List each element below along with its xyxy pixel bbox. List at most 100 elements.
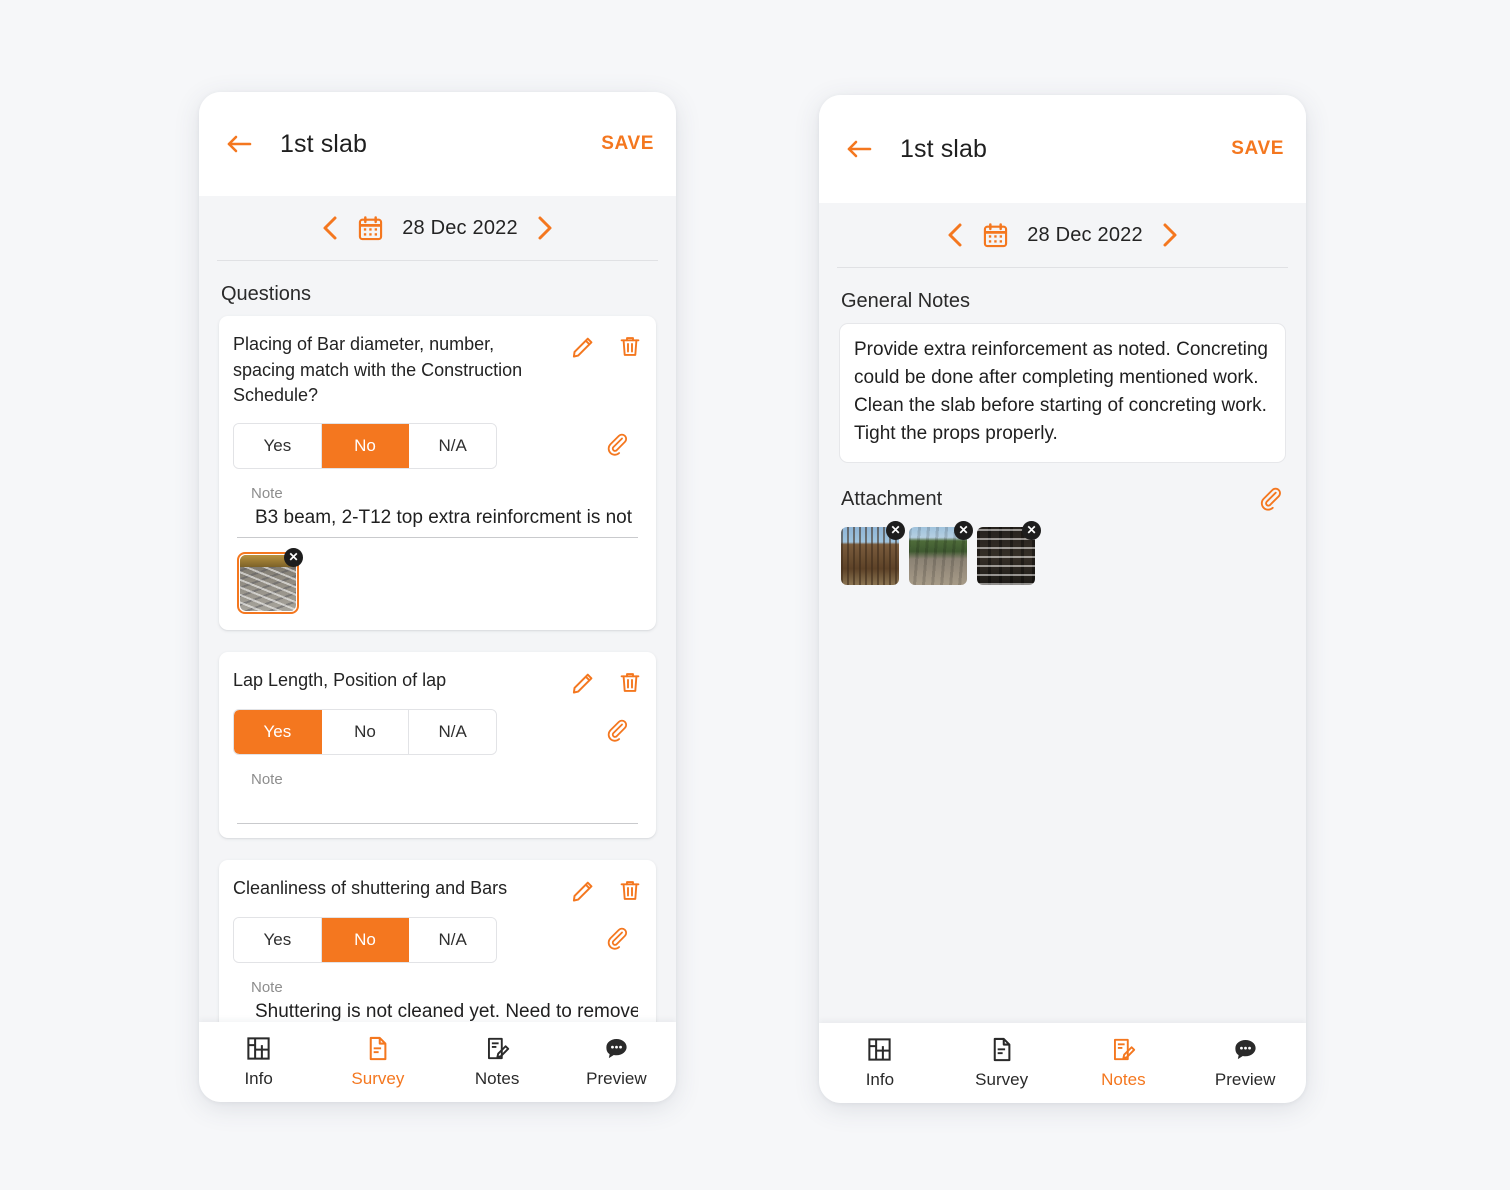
prev-date-button[interactable] xyxy=(321,215,339,241)
nav-item-preview[interactable]: Preview xyxy=(557,1035,676,1089)
paperclip-icon[interactable] xyxy=(605,433,630,458)
note-value[interactable]: Shuttering is not cleaned yet. Need to r… xyxy=(237,996,638,1022)
page-title: 1st slab xyxy=(280,129,367,158)
nav-label-survey: Survey xyxy=(975,1070,1029,1089)
note-value[interactable] xyxy=(237,788,638,823)
note-field[interactable]: Note xyxy=(233,771,642,824)
paperclip-icon[interactable] xyxy=(1258,487,1284,513)
note-field[interactable]: Note B3 beam, 2-T12 top extra reinforcme… xyxy=(233,485,642,538)
floorplan-icon xyxy=(247,1037,270,1060)
nav-item-info[interactable]: Info xyxy=(819,1036,941,1090)
answer-option-yes[interactable]: Yes xyxy=(234,917,322,962)
question-text: Cleanliness of shuttering and Bars xyxy=(233,877,508,898)
answer-option-yes[interactable]: Yes xyxy=(234,709,322,754)
nav-item-preview[interactable]: Preview xyxy=(1184,1036,1306,1090)
comment-icon xyxy=(1235,1040,1256,1060)
question-card: Lap Length, Position of lap Yes No N/A N… xyxy=(219,651,656,838)
note-label: Note xyxy=(251,978,283,996)
question-text: Placing of Bar diameter, number, spacing… xyxy=(233,334,523,406)
paperclip-icon[interactable] xyxy=(605,927,630,952)
close-icon[interactable]: ✕ xyxy=(954,520,973,540)
general-notes-text: Provide extra reinforcement as noted. Co… xyxy=(854,339,1268,444)
back-button[interactable] xyxy=(221,126,257,162)
answer-row: Yes No N/A xyxy=(233,916,642,963)
notes-phone-frame: 1st slab SAVE 28 Dec 2022 General Notes … xyxy=(819,95,1306,1103)
answer-segmented-control[interactable]: Yes No N/A xyxy=(233,916,497,963)
note-underline xyxy=(237,822,638,824)
nav-label-survey: Survey xyxy=(351,1069,405,1088)
nav-item-notes[interactable]: Notes xyxy=(1063,1036,1185,1090)
trash-icon[interactable] xyxy=(618,334,642,359)
back-button[interactable] xyxy=(841,131,877,167)
next-date-button[interactable] xyxy=(536,215,554,241)
nav-label-notes: Notes xyxy=(1101,1070,1146,1089)
page-title: 1st slab xyxy=(900,134,987,163)
nav-label-notes: Notes xyxy=(474,1069,520,1088)
close-icon[interactable]: ✕ xyxy=(284,547,303,567)
question-attachments: ✕ xyxy=(233,538,642,616)
document-icon xyxy=(370,1036,387,1061)
answer-option-no[interactable]: No xyxy=(321,709,410,754)
note-pencil-icon xyxy=(487,1037,509,1060)
nav-item-info[interactable]: Info xyxy=(199,1035,318,1089)
general-notes-title: General Notes xyxy=(841,290,970,312)
answer-option-no[interactable]: No xyxy=(321,423,410,468)
answer-segmented-control[interactable]: Yes No N/A xyxy=(233,422,497,469)
question-text: Lap Length, Position of lap xyxy=(233,669,447,690)
save-button[interactable]: SAVE xyxy=(601,133,654,155)
notes-scroll-area[interactable]: 28 Dec 2022 General Notes Provide extra … xyxy=(819,203,1306,1023)
answer-option-na[interactable]: N/A xyxy=(409,917,496,962)
attachment-header: Attachment xyxy=(819,463,1306,513)
pencil-icon[interactable] xyxy=(571,334,596,359)
prev-date-button[interactable] xyxy=(946,222,964,248)
paperclip-icon[interactable] xyxy=(605,719,630,744)
answer-option-no[interactable]: No xyxy=(321,917,410,962)
answer-row: Yes No N/A xyxy=(233,708,642,755)
answer-option-na[interactable]: N/A xyxy=(409,423,496,468)
note-value[interactable]: B3 beam, 2-T12 top extra reinforcment is… xyxy=(237,502,638,537)
close-icon[interactable]: ✕ xyxy=(1022,520,1041,540)
survey-scroll-area[interactable]: 28 Dec 2022 Questions Placing of Bar dia… xyxy=(199,196,676,1022)
survey-bottom-nav: Info Survey Notes Preview xyxy=(199,1022,676,1102)
document-icon xyxy=(993,1037,1011,1062)
notes-appbar: 1st slab SAVE xyxy=(819,95,1306,203)
note-pencil-icon xyxy=(1113,1038,1136,1061)
calendar-icon[interactable] xyxy=(357,215,384,242)
question-header: Lap Length, Position of lap xyxy=(233,668,642,695)
attachment-thumbnail[interactable]: ✕ xyxy=(977,520,1041,585)
survey-phone-frame: 1st slab SAVE 28 Dec 2022 Questions Plac… xyxy=(199,92,676,1102)
close-icon[interactable]: ✕ xyxy=(886,520,905,540)
note-field[interactable]: Note Shuttering is not cleaned yet. Need… xyxy=(233,979,642,1022)
attachment-thumbnail[interactable]: ✕ xyxy=(909,520,973,585)
questions-section-title: Questions xyxy=(221,283,312,305)
nav-label-info: Info xyxy=(244,1069,273,1088)
nav-label-info: Info xyxy=(865,1070,895,1089)
calendar-icon[interactable] xyxy=(982,222,1009,249)
answer-segmented-control[interactable]: Yes No N/A xyxy=(233,708,497,755)
answer-option-yes[interactable]: Yes xyxy=(234,423,322,468)
current-date: 28 Dec 2022 xyxy=(1027,223,1143,246)
answer-row: Yes No N/A xyxy=(233,422,642,469)
pencil-icon[interactable] xyxy=(571,670,596,695)
question-actions xyxy=(571,876,642,903)
attachment-list: ✕ ✕ ✕ xyxy=(819,513,1306,585)
question-card: Placing of Bar diameter, number, spacing… xyxy=(219,316,656,630)
question-actions xyxy=(571,332,642,359)
question-card: Cleanliness of shuttering and Bars Yes N… xyxy=(219,859,656,1022)
nav-item-survey[interactable]: Survey xyxy=(318,1035,437,1089)
note-label: Note xyxy=(251,770,283,788)
attachment-thumbnail[interactable]: ✕ xyxy=(841,520,905,585)
general-notes-textarea[interactable]: Provide extra reinforcement as noted. Co… xyxy=(839,323,1286,463)
nav-item-notes[interactable]: Notes xyxy=(438,1035,557,1089)
nav-label-preview: Preview xyxy=(586,1069,647,1088)
next-date-button[interactable] xyxy=(1161,222,1179,248)
comment-icon xyxy=(606,1039,627,1059)
save-button[interactable]: SAVE xyxy=(1231,138,1284,160)
answer-option-na[interactable]: N/A xyxy=(409,709,496,754)
date-navigator: 28 Dec 2022 xyxy=(819,203,1306,267)
nav-item-survey[interactable]: Survey xyxy=(941,1036,1063,1090)
attachment-thumbnail[interactable]: ✕ xyxy=(237,547,303,614)
pencil-icon[interactable] xyxy=(571,878,596,903)
trash-icon[interactable] xyxy=(618,878,642,903)
trash-icon[interactable] xyxy=(618,670,642,695)
